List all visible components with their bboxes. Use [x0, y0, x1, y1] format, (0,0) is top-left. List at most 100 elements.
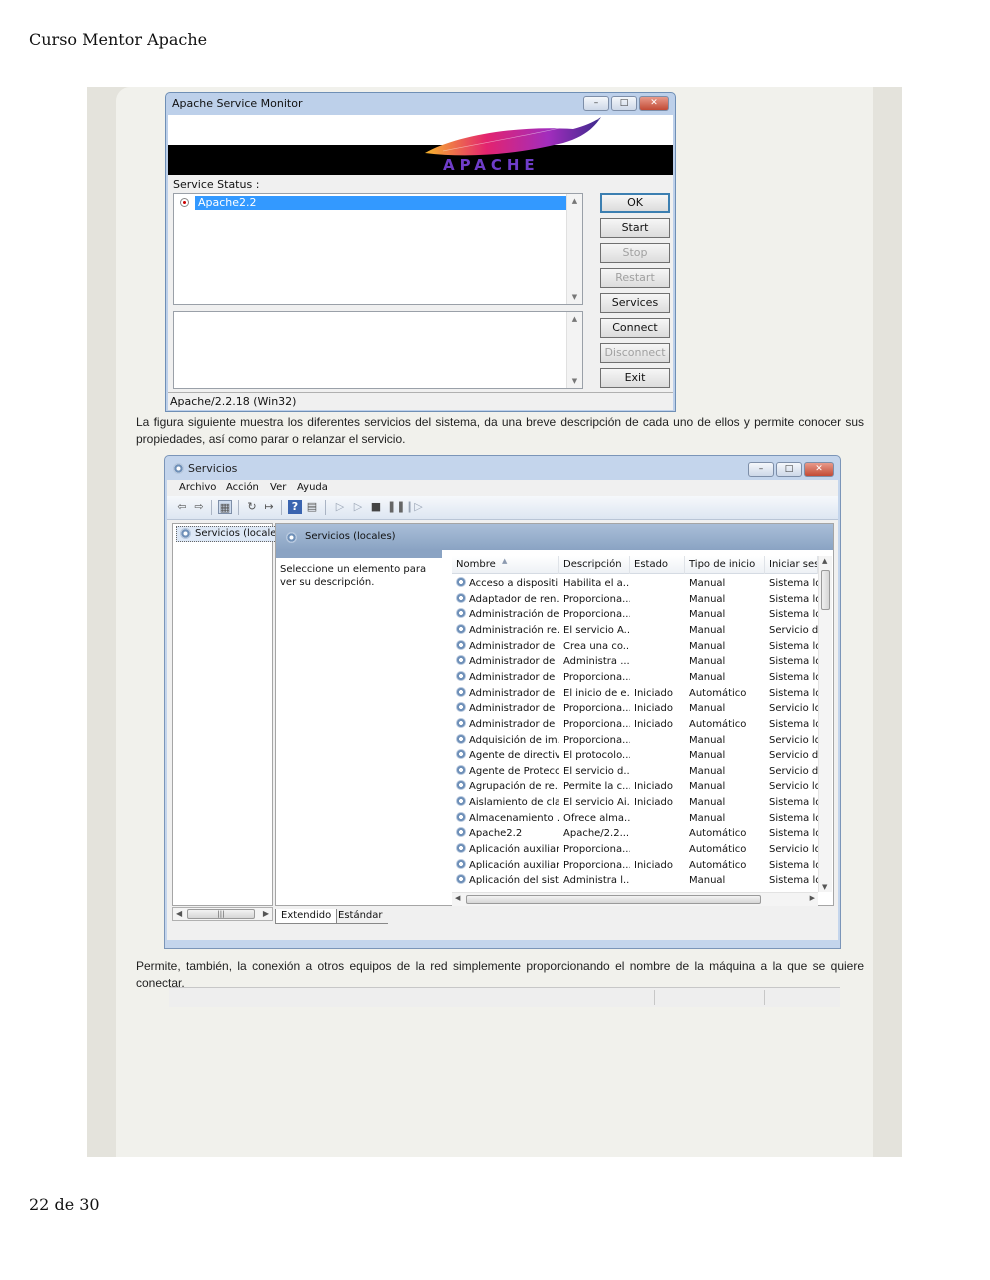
scroll-down-icon[interactable]: ▼	[822, 883, 827, 891]
connect-button[interactable]: Connect	[600, 318, 670, 338]
column-header-iniciar-sesion[interactable]: Iniciar sesió	[765, 556, 818, 574]
cell-text: Acceso a dispositi...	[469, 578, 559, 589]
forward-icon[interactable]: ⇨	[192, 500, 206, 514]
table-row[interactable]: Aplicación auxiliar... Proporciona... Inic…	[452, 858, 818, 874]
play-alt-icon[interactable]: ▷	[351, 500, 365, 514]
table-row[interactable]: Administración re... El servicio A... Manu…	[452, 623, 818, 639]
scroll-thumb[interactable]	[466, 895, 761, 904]
cell-estado: Iniciado	[634, 858, 685, 874]
minimize-button[interactable]: –	[583, 96, 609, 111]
scroll-right-icon[interactable]: ▶	[263, 909, 269, 918]
cell-nombre: Aplicación auxiliar...	[456, 858, 559, 874]
cell-tipo-inicio: Manual	[689, 623, 765, 639]
table-row[interactable]: Acceso a dispositi... Habilita el a... Man…	[452, 576, 818, 592]
scroll-left-icon[interactable]: ◀	[455, 894, 460, 902]
cell-tipo-inicio: Manual	[689, 654, 765, 670]
table-row[interactable]: Almacenamiento ... Ofrece alma... Manual Si…	[452, 811, 818, 827]
scroll-up-icon[interactable]: ▲	[567, 197, 582, 205]
scroll-down-icon[interactable]: ▼	[567, 293, 582, 301]
exit-button[interactable]: Exit	[600, 368, 670, 388]
menu-accion[interactable]: Acción	[226, 482, 259, 493]
close-button[interactable]: ✕	[804, 462, 834, 477]
cell-tipo-inicio: Manual	[689, 733, 765, 749]
minimize-button[interactable]: –	[748, 462, 774, 477]
play-icon[interactable]: ▷	[333, 500, 347, 514]
start-button[interactable]: Start	[600, 218, 670, 238]
table-row[interactable]: Adaptador de ren... Proporciona... Manual S…	[452, 592, 818, 608]
tab-extendido[interactable]: Extendido	[275, 909, 338, 924]
scroll-left-icon[interactable]: ◀	[176, 909, 182, 918]
help-icon[interactable]: ?	[288, 500, 302, 514]
table-row[interactable]: Agente de directiv... El protocolo... Manu…	[452, 748, 818, 764]
maximize-button[interactable]: □	[776, 462, 802, 477]
restart-icon[interactable]: ❙▷	[405, 500, 423, 514]
table-row[interactable]: Aplicación auxiliar... Proporciona... Auto…	[452, 842, 818, 858]
cell-tipo-inicio: Manual	[689, 701, 765, 717]
service-gear-icon	[456, 764, 466, 775]
console-tree-icon[interactable]: ▦	[218, 500, 232, 514]
table-row[interactable]: Aplicación del sist... Administra l... Man…	[452, 873, 818, 889]
tab-estandar[interactable]: Estándar	[333, 909, 388, 924]
cell-text: Iniciado	[634, 859, 673, 871]
cell-nombre: Apache2.2	[456, 826, 559, 842]
stop-icon[interactable]: ■	[369, 500, 383, 514]
table-row[interactable]: Administrador de ... Proporciona... Inicia…	[452, 701, 818, 717]
export-icon[interactable]: ↦	[262, 500, 276, 514]
cell-text: Manual	[689, 593, 726, 605]
pane-title: Servicios (locales)	[305, 531, 396, 542]
table-row[interactable]: Administración de... Proporciona... Manual…	[452, 607, 818, 623]
menu-ver[interactable]: Ver	[270, 482, 286, 493]
scroll-down-icon[interactable]: ▼	[567, 377, 582, 385]
ok-button[interactable]: OK	[600, 193, 670, 213]
table-row[interactable]: Agrupación de re... Permite la c... Inicia…	[452, 779, 818, 795]
table-row[interactable]: Administrador de ... El inicio de e... Ini…	[452, 686, 818, 702]
service-gear-icon	[456, 780, 466, 791]
list-item[interactable]: Apache2.2	[178, 196, 568, 210]
table-horizontal-scrollbar[interactable]: ◀ ▶	[452, 892, 818, 906]
tree-horizontal-scrollbar[interactable]: ◀ ||| ▶	[172, 907, 273, 921]
maximize-button[interactable]: □	[611, 96, 637, 111]
table-row[interactable]: Administrador de ... Crea una co... Manual…	[452, 639, 818, 655]
log-area[interactable]: ▲ ▼	[173, 311, 583, 389]
restart-button[interactable]: Restart	[600, 268, 670, 288]
table-row[interactable]: Agente de Protecc... El servicio d... Manu…	[452, 764, 818, 780]
stop-button[interactable]: Stop	[600, 243, 670, 263]
table-row[interactable]: Aislamiento de cla... El servicio Ai... In…	[452, 795, 818, 811]
services-button[interactable]: Services	[600, 293, 670, 313]
column-header-estado[interactable]: Estado	[630, 556, 685, 574]
service-list-scrollbar[interactable]: ▲ ▼	[566, 194, 582, 304]
log-scrollbar[interactable]: ▲ ▼	[566, 312, 582, 388]
table-row[interactable]: Adquisición de im... Proporciona... Manual…	[452, 733, 818, 749]
tree-item-servicios-locales[interactable]: Servicios (locales)	[176, 526, 289, 542]
cell-descripcion: Apache/2.2....	[563, 826, 630, 842]
column-header-descripcion[interactable]: Descripción	[559, 556, 630, 574]
service-list[interactable]: Apache2.2 ▲ ▼	[173, 193, 583, 305]
close-button[interactable]: ✕	[639, 96, 669, 111]
column-header-nombre[interactable]: ▲ Nombre	[452, 556, 559, 574]
cell-nombre: Aplicación auxiliar...	[456, 842, 559, 858]
table-vertical-scrollbar[interactable]: ▲ ▼	[818, 556, 832, 892]
scroll-thumb[interactable]: |||	[187, 909, 255, 919]
back-icon[interactable]: ⇦	[175, 500, 189, 514]
disconnect-button[interactable]: Disconnect	[600, 343, 670, 363]
gear-icon	[180, 528, 191, 539]
refresh-icon[interactable]: ↻	[245, 500, 259, 514]
scroll-thumb[interactable]	[821, 570, 830, 610]
menu-archivo[interactable]: Archivo	[179, 482, 216, 493]
pause-icon[interactable]: ❚❚	[387, 500, 405, 514]
scroll-right-icon[interactable]: ▶	[810, 894, 815, 902]
table-row[interactable]: Administrador de ... Administra ... Manual…	[452, 654, 818, 670]
scroll-up-icon[interactable]: ▲	[822, 557, 827, 565]
column-header-tipo-inicio[interactable]: Tipo de inicio	[685, 556, 765, 574]
service-gear-icon	[456, 702, 466, 713]
menu-bar: Archivo Acción Ver Ayuda	[167, 480, 838, 496]
table-row[interactable]: Apache2.2 Apache/2.2.... Automático Sistema…	[452, 826, 818, 842]
menu-ayuda[interactable]: Ayuda	[297, 482, 328, 493]
scroll-up-icon[interactable]: ▲	[567, 315, 582, 323]
table-row[interactable]: Administrador de ... Proporciona... Manual…	[452, 670, 818, 686]
cell-nombre: Adaptador de ren...	[456, 592, 559, 608]
properties-icon[interactable]: ▤	[305, 500, 319, 514]
cell-text: Aplicación del sist...	[469, 875, 559, 887]
table-row[interactable]: Administrador de ... Proporciona... Inicia…	[452, 717, 818, 733]
cell-nombre: Administrador de ...	[456, 654, 559, 670]
